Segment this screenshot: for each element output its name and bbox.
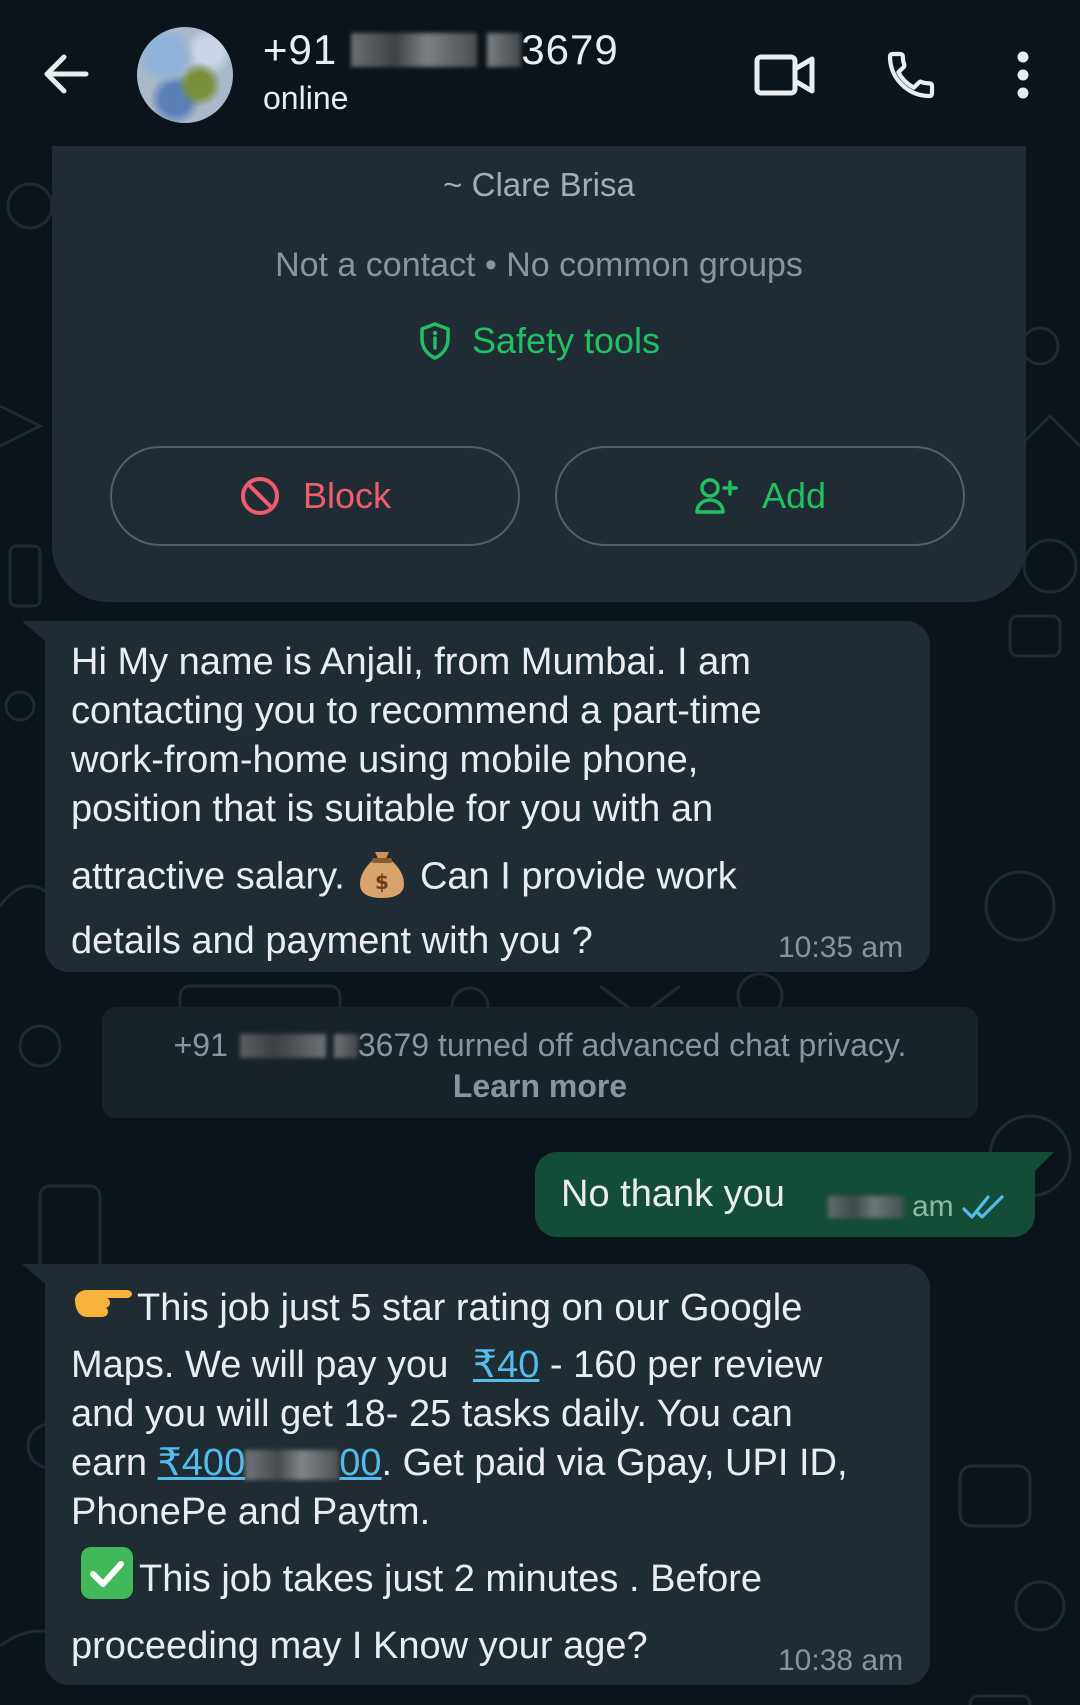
message-time: 10:38 am [778, 1644, 904, 1677]
message-text: Hi My name is Anjali, from Mumbai. I am [71, 641, 751, 683]
safety-tools-link[interactable]: Safety tools [52, 320, 1026, 362]
message-text: contacting you to recommend a part-time [71, 690, 762, 732]
more-vertical-icon[interactable] [988, 40, 1058, 110]
block-icon [240, 477, 279, 515]
message-text: This job just 5 star rating on our Googl… [137, 1287, 803, 1329]
currency-link[interactable]: ₹40 [473, 1344, 539, 1386]
message-text: attractive salary. [71, 855, 345, 898]
contact-meta: Not a contact • No common groups [275, 246, 803, 284]
money-bag-icon: $ [355, 844, 409, 913]
message-text: This job takes just 2 minutes . Before [139, 1558, 763, 1600]
phone-prefix: +91 [173, 1027, 228, 1063]
outgoing-message[interactable]: No thank you am [535, 1152, 1035, 1237]
check-box-icon [79, 1545, 135, 1614]
privacy-notice: +91 3679 turned off advanced chat privac… [102, 1007, 978, 1118]
message-text: and you will get 18- 25 tasks daily. You… [71, 1393, 793, 1435]
svg-text:$: $ [375, 870, 389, 894]
notice-text: 3679 turned off advanced chat privacy. [357, 1027, 907, 1063]
redacted-digits [487, 33, 522, 67]
message-text: earn [71, 1442, 148, 1484]
contact-alias: ~ Clare Brisa [443, 166, 635, 203]
add-contact-button[interactable]: Add [555, 446, 965, 546]
incoming-message[interactable]: This job just 5 star rating on our Googl… [45, 1264, 930, 1685]
read-receipt-icon [962, 1195, 1004, 1219]
phone-prefix: +91 [263, 26, 338, 73]
redacted-time [828, 1196, 904, 1218]
message-text: - 160 per review [549, 1344, 823, 1386]
message-text: proceeding may I Know your age? [71, 1625, 648, 1667]
add-button-label: Add [761, 475, 827, 516]
add-person-icon [695, 478, 738, 514]
redacted-digits [333, 1033, 358, 1058]
video-call-icon[interactable] [750, 40, 820, 110]
incoming-message[interactable]: Hi My name is Anjali, from Mumbai. I am … [45, 621, 930, 972]
link-text: 00 [339, 1442, 382, 1484]
chat-header: +91 3679 online [0, 0, 1080, 146]
block-button[interactable]: Block [110, 446, 520, 546]
contact-avatar[interactable] [137, 27, 233, 123]
redacted-digits [351, 33, 478, 67]
message-time: am [912, 1190, 954, 1223]
message-text: Maps. We will pay you [71, 1344, 449, 1386]
redacted-digits [239, 1033, 326, 1058]
contact-status: online [263, 80, 349, 116]
link-text: ₹400 [157, 1442, 246, 1484]
contact-title[interactable]: +91 3679 online [263, 26, 619, 117]
learn-more-link[interactable]: Learn more [102, 1068, 978, 1105]
message-text: Can I provide work [419, 855, 737, 898]
privacy-notice-text: +91 3679 turned off advanced chat privac… [102, 1027, 978, 1064]
pointing-hand-icon [71, 1282, 133, 1335]
message-text: position that is suitable for you with a… [71, 788, 714, 830]
message-time: 10:35 am [778, 931, 904, 964]
block-button-label: Block [302, 475, 392, 516]
voice-call-icon[interactable] [876, 40, 946, 110]
message-text: . Get paid via Gpay, UPI ID, [381, 1442, 848, 1484]
message-text: PhonePe and Paytm. [71, 1491, 431, 1533]
safety-tools-label: Safety tools [471, 320, 661, 361]
phone-suffix: 3679 [521, 26, 619, 73]
message-meta: am [828, 1190, 1006, 1224]
unknown-contact-card: ~ Clare Brisa Not a contact • No common … [52, 146, 1026, 602]
currency-link[interactable]: ₹400 00 [158, 1442, 382, 1484]
message-text: No thank you [561, 1173, 785, 1215]
contact-phone-number[interactable]: +91 3679 [263, 26, 619, 74]
message-text: work-from-home using mobile phone, [71, 739, 699, 781]
shield-icon [420, 322, 450, 360]
redacted-amount [245, 1449, 340, 1480]
back-arrow-icon[interactable] [38, 46, 94, 102]
message-text: details and payment with you ? [71, 920, 593, 962]
